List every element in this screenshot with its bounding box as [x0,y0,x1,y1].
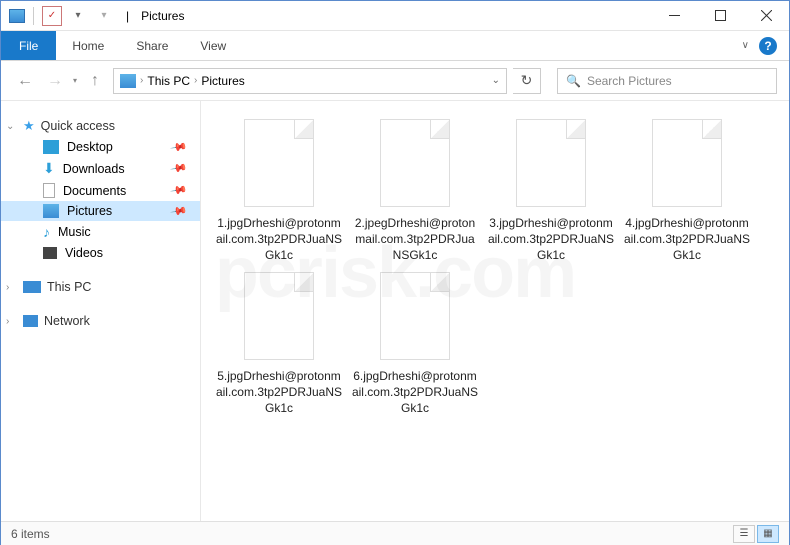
file-name: 2.jpegDrheshi@protonmail.com.3tp2PDRJuaN… [347,215,483,264]
status-text: 6 items [11,527,50,541]
sidebar-network[interactable]: › Network [1,311,200,331]
location-icon [120,74,136,88]
forward-button[interactable]: → [43,69,67,93]
qat-overflow-icon[interactable]: ▾ [94,6,114,26]
star-icon: ★ [23,118,35,134]
chevron-right-icon[interactable]: › [6,316,9,327]
sidebar-item-downloads[interactable]: ⬇ Downloads 📌 [1,157,200,180]
file-item[interactable]: 5.jpgDrheshi@protonmail.com.3tp2PDRJuaNS… [211,272,347,417]
tab-view[interactable]: View [184,31,242,60]
search-icon: 🔍 [566,74,581,88]
ribbon-collapse-icon[interactable]: ∨ [742,40,749,51]
file-item[interactable]: 2.jpegDrheshi@protonmail.com.3tp2PDRJuaN… [347,119,483,264]
chevron-down-icon[interactable]: ⌄ [6,121,14,132]
breadcrumb-this-pc[interactable]: This PC [147,74,190,88]
file-icon [380,272,450,360]
file-icon [652,119,722,207]
file-icon [244,272,314,360]
file-grid[interactable]: 1.jpgDrheshi@protonmail.com.3tp2PDRJuaNS… [201,101,789,521]
sidebar-item-pictures[interactable]: Pictures 📌 [1,201,200,221]
pin-icon: 📌 [170,159,189,178]
desktop-icon [43,140,59,154]
videos-icon [43,247,57,259]
sidebar: ⌄ ★ Quick access Desktop📌⬇Downloads📌Docu… [1,101,201,521]
file-name: 4.jpgDrheshi@protonmail.com.3tp2PDRJuaNS… [619,215,755,264]
pictures-icon [43,204,59,218]
back-button[interactable]: ← [13,69,37,93]
file-item[interactable]: 1.jpgDrheshi@protonmail.com.3tp2PDRJuaNS… [211,119,347,264]
ribbon: File Home Share View ∨ ? [1,31,789,61]
search-input[interactable]: 🔍 Search Pictures [557,68,777,94]
file-icon [380,119,450,207]
sidebar-item-music[interactable]: ♪ Music [1,221,200,243]
recent-locations-icon[interactable]: ▾ [73,76,77,85]
file-icon [516,119,586,207]
navbar: ← → ▾ ↑ › This PC › Pictures ⌄ ↻ 🔍 Searc… [1,61,789,101]
pin-icon: 📌 [170,138,189,157]
chevron-right-icon[interactable]: › [140,75,143,86]
qat-separator [33,7,34,25]
sidebar-item-label: Pictures [67,204,112,218]
details-view-button[interactable]: ☰ [733,525,755,543]
file-name: 6.jpgDrheshi@protonmail.com.3tp2PDRJuaNS… [347,368,483,417]
refresh-button[interactable]: ↻ [513,68,541,94]
sidebar-item-label: Documents [63,184,126,198]
chevron-right-icon[interactable]: › [6,282,9,293]
downloads-icon: ⬇ [43,160,55,177]
sidebar-this-pc[interactable]: › This PC [1,277,200,297]
titlebar: ✓ ▾ ▾ | Pictures [1,1,789,31]
file-name: 1.jpgDrheshi@protonmail.com.3tp2PDRJuaNS… [211,215,347,264]
app-icon [9,9,25,23]
minimize-button[interactable] [651,1,697,31]
file-icon [244,119,314,207]
documents-icon [43,183,55,198]
music-icon: ♪ [43,224,50,240]
file-tab[interactable]: File [1,31,56,60]
window-title: Pictures [141,9,184,23]
address-dropdown-icon[interactable]: ⌄ [492,75,500,86]
statusbar: 6 items ☰ ▦ [1,521,789,545]
up-button[interactable]: ↑ [83,69,107,93]
maximize-button[interactable] [697,1,743,31]
sidebar-quick-access[interactable]: ⌄ ★ Quick access [1,115,200,137]
file-name: 5.jpgDrheshi@protonmail.com.3tp2PDRJuaNS… [211,368,347,417]
file-name: 3.jpgDrheshi@protonmail.com.3tp2PDRJuaNS… [483,215,619,264]
pin-icon: 📌 [170,181,189,200]
icons-view-button[interactable]: ▦ [757,525,779,543]
sidebar-item-videos[interactable]: Videos [1,243,200,263]
breadcrumb-pictures[interactable]: Pictures [201,74,244,88]
address-bar[interactable]: › This PC › Pictures ⌄ [113,68,507,94]
file-item[interactable]: 4.jpgDrheshi@protonmail.com.3tp2PDRJuaNS… [619,119,755,264]
qat-dropdown-icon[interactable]: ▾ [68,6,88,26]
chevron-right-icon[interactable]: › [194,75,197,86]
tab-share[interactable]: Share [120,31,184,60]
tab-home[interactable]: Home [56,31,120,60]
pc-icon [23,281,41,293]
title-separator: | [126,9,129,23]
sidebar-item-label: Videos [65,246,103,260]
help-icon[interactable]: ? [759,37,777,55]
sidebar-item-label: Music [58,225,91,239]
search-placeholder: Search Pictures [587,74,672,88]
close-button[interactable] [743,1,789,31]
qat-checkbox-icon[interactable]: ✓ [42,6,62,26]
sidebar-item-label: Desktop [67,140,113,154]
file-item[interactable]: 6.jpgDrheshi@protonmail.com.3tp2PDRJuaNS… [347,272,483,417]
pin-icon: 📌 [170,202,189,221]
sidebar-item-desktop[interactable]: Desktop 📌 [1,137,200,157]
sidebar-item-documents[interactable]: Documents 📌 [1,180,200,201]
file-item[interactable]: 3.jpgDrheshi@protonmail.com.3tp2PDRJuaNS… [483,119,619,264]
network-icon [23,315,38,327]
sidebar-item-label: Downloads [63,162,125,176]
